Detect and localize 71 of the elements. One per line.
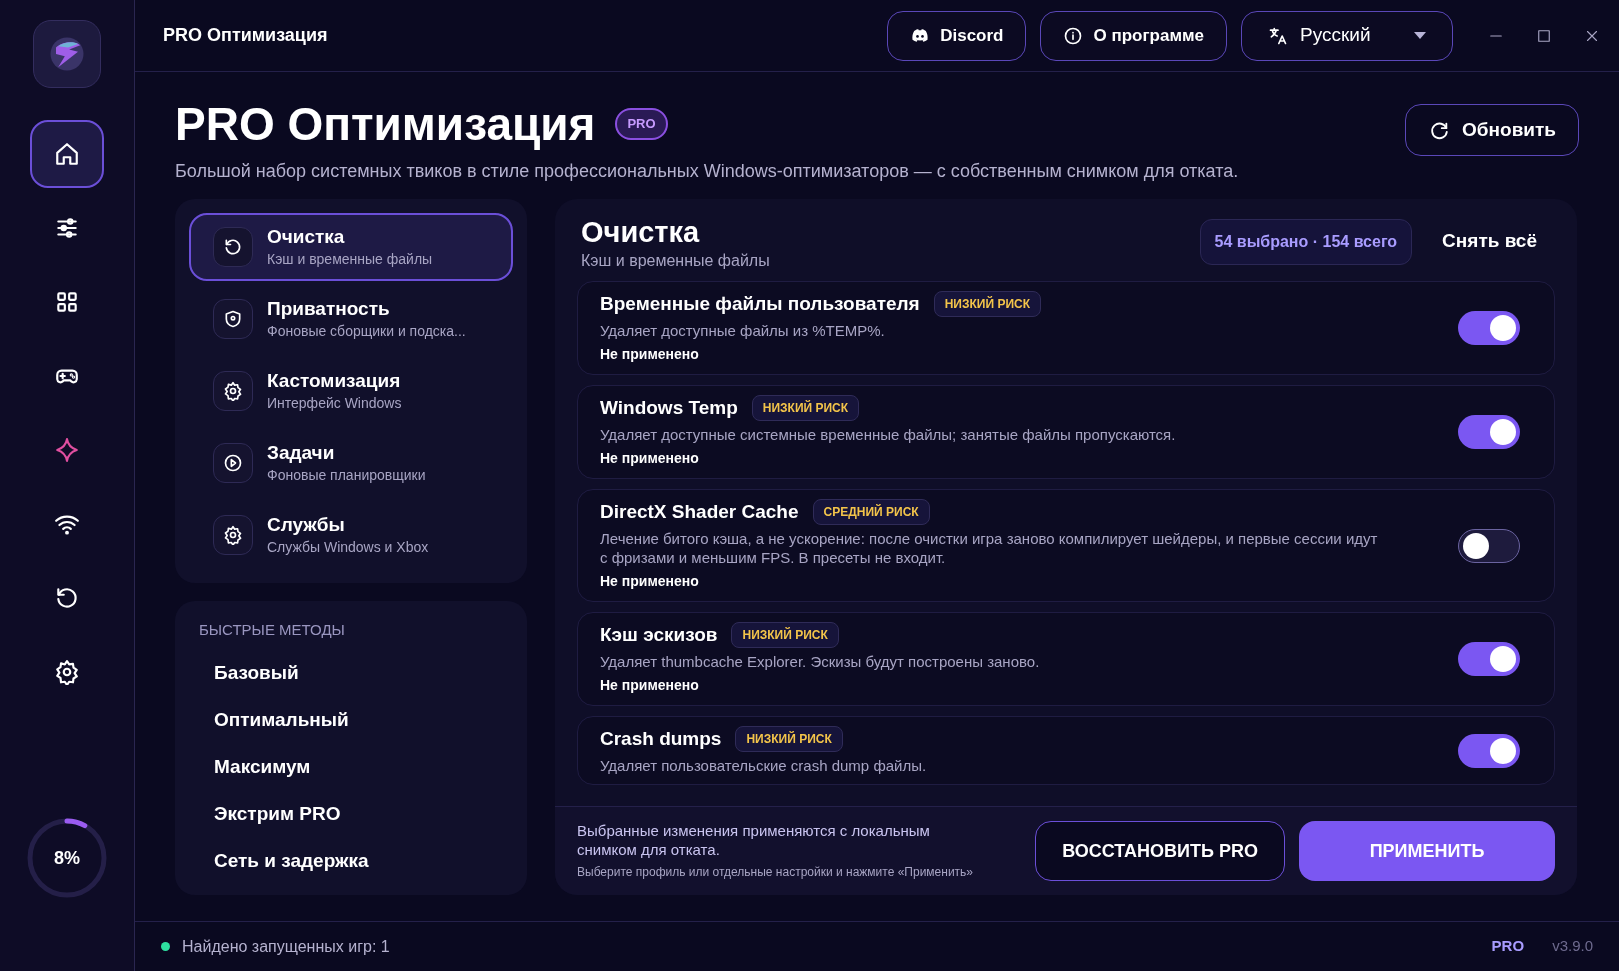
play-icon (223, 453, 243, 473)
sidebar-nav-button[interactable] (30, 120, 104, 188)
about-button[interactable]: О программе (1040, 10, 1227, 61)
tweak-name: Кэш эскизов (600, 623, 718, 647)
sliders-icon (54, 215, 80, 241)
quick-method-item[interactable]: Базовый (199, 649, 314, 697)
discord-button[interactable]: Discord (887, 10, 1027, 61)
risk-badge: НИЗКИЙ РИСК (751, 395, 860, 421)
gear-icon (54, 659, 80, 685)
section-heading: БЫСТРЫЕ МЕТОДЫ (199, 620, 346, 640)
tweak-description: Удаляет пользовательские crash dump файлы. (600, 756, 928, 775)
toggle-switch[interactable] (1458, 311, 1520, 345)
tweak-status: Не применено (600, 572, 700, 591)
caret-icon (1414, 32, 1426, 39)
quick-method-item[interactable]: Максимум (199, 743, 326, 791)
tweak-name: Crash dumps (600, 727, 722, 751)
sparkle-icon (54, 437, 80, 463)
category-item[interactable]: Службы Службы Windows и Xbox (189, 501, 513, 569)
tweak-description: Удаляет доступные файлы из %TEMP%. (600, 321, 886, 340)
pro-badge: PRO (615, 108, 668, 140)
undo-icon (54, 585, 80, 611)
translate-icon (1268, 25, 1288, 46)
section-title: Очистка (581, 215, 701, 249)
tweak-name: Временные файлы пользователя (600, 292, 920, 316)
category-item[interactable]: Задачи Фоновые планировщики (189, 429, 513, 497)
gear-icon (223, 381, 243, 401)
apply-button[interactable]: ПРИМЕНИТЬ (1299, 821, 1555, 881)
selection-count: 54 выбрано · 154 всего (1199, 219, 1413, 265)
tweak-status: Не применено (600, 676, 700, 695)
quick-method-item[interactable]: Экстрим PRO (199, 790, 356, 838)
category-item[interactable]: Кастомизация Интерфейс Windows (189, 357, 513, 425)
risk-badge: СРЕДНИЙ РИСК (812, 499, 930, 525)
tweak-description: Лечение битого кэша, а не ускорение: после очистки игра заново компилирует шейдеры, и первые сессии идут с фризами и меньшим FPS. В пресеты не входит. (600, 529, 1379, 567)
window-title: PRO Оптимизация (163, 24, 328, 47)
info-icon (1063, 25, 1084, 46)
category-item[interactable]: Очистка Кэш и временные файлы (189, 213, 513, 281)
undo-icon (223, 237, 243, 257)
footer-hint: Выберите профиль или отдельные настройки и нажмите «Применить» (577, 864, 974, 881)
gear-icon (223, 525, 243, 545)
shield-icon (223, 309, 243, 329)
page-title: PRO Оптимизация (175, 97, 596, 152)
risk-badge: НИЗКИЙ РИСК (735, 726, 843, 752)
tweak-description: Удаляет thumbcache Explorer. Эскизы будут построены заново. (600, 652, 1041, 671)
quick-method-item[interactable]: Оптимальный (199, 696, 364, 744)
toggle-switch[interactable] (1458, 642, 1520, 676)
risk-badge: НИЗКИЙ РИСК (933, 291, 1042, 317)
tweak-name: DirectX Shader Cache (600, 500, 799, 524)
quick-method-item[interactable]: Сеть и задержка (199, 837, 384, 885)
home-icon (54, 141, 80, 167)
toggle-switch[interactable] (1458, 528, 1520, 563)
running-games-status: Найдено запущенных игр: 1 (182, 936, 391, 957)
language-dropdown[interactable]: Русский (1241, 10, 1453, 61)
edition-label: PRO (1491, 936, 1525, 957)
section-subtitle: Кэш и временные файлы (581, 251, 771, 271)
tweak-status: Не применено (600, 449, 700, 468)
restore-button[interactable]: ВОССТАНОВИТЬ PRO (1035, 821, 1285, 881)
footer-note: Выбранные изменения применяются с локальным снимком для отката. (577, 821, 931, 859)
page-subtitle: Большой набор системных твиков в стиле профессиональных Windows-оптимизаторов — с собственным снимком для отката. (175, 160, 1240, 183)
version-label: v3.9.0 (1552, 936, 1593, 957)
grid-icon (54, 289, 80, 315)
toggle-switch[interactable] (1458, 733, 1520, 768)
tweak-status: Не применено (600, 345, 700, 364)
app-logo (33, 20, 101, 88)
category-item[interactable]: Приватность Фоновые сборщики и подска... (189, 285, 513, 353)
progress-percent: 8% (54, 846, 80, 870)
refresh-button[interactable]: Обновить (1405, 104, 1579, 156)
tweak-description: Удаляет доступные системные временные файлы; занятые файлы пропускаются. (600, 425, 1177, 444)
tweak-name: Windows Temp (600, 396, 738, 420)
toggle-switch[interactable] (1458, 415, 1520, 449)
clear-all-button[interactable]: Снять всё (1442, 227, 1537, 256)
risk-badge: НИЗКИЙ РИСК (731, 622, 839, 648)
